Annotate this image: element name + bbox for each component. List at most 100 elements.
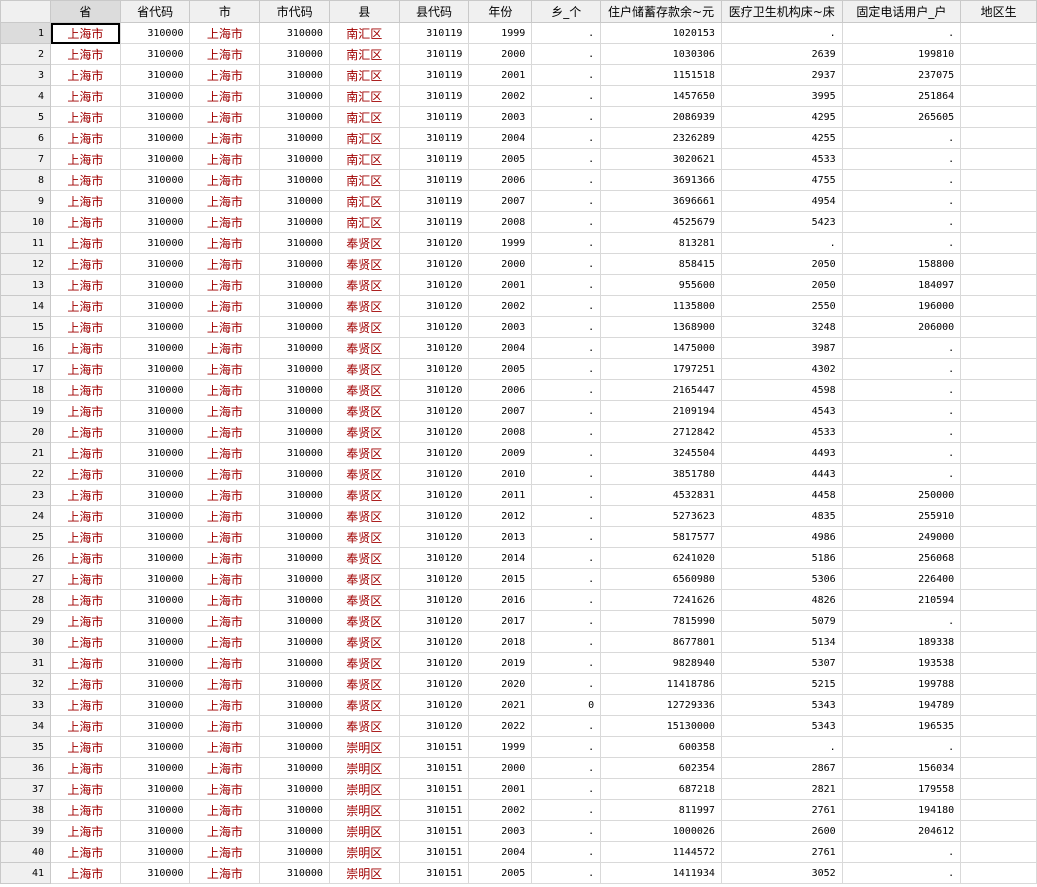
table-cell[interactable]: 310000 — [119, 568, 191, 590]
table-cell[interactable]: 奉贤区 — [328, 568, 400, 590]
table-cell[interactable]: 7241626 — [600, 589, 722, 611]
row-number[interactable]: 36 — [0, 757, 52, 779]
table-cell[interactable]: 602354 — [600, 757, 722, 779]
table-cell[interactable]: 310120 — [398, 505, 470, 527]
table-cell[interactable]: . — [531, 400, 602, 422]
table-cell[interactable]: 310000 — [259, 799, 330, 821]
table-cell[interactable]: . — [531, 652, 602, 674]
table-cell[interactable]: 310000 — [119, 337, 191, 359]
table-cell[interactable]: . — [531, 442, 602, 464]
table-cell[interactable] — [960, 190, 1037, 212]
table-cell[interactable]: 310000 — [259, 190, 330, 212]
table-cell[interactable]: . — [841, 232, 962, 254]
table-cell[interactable]: 251864 — [841, 85, 962, 107]
table-cell[interactable]: 2005 — [468, 862, 533, 884]
table-cell[interactable]: . — [841, 379, 962, 401]
table-cell[interactable]: 199810 — [841, 43, 962, 65]
table-cell[interactable] — [960, 232, 1037, 254]
table-cell[interactable]: 奉贤区 — [328, 715, 400, 737]
table-cell[interactable]: 上海市 — [50, 85, 121, 107]
table-cell[interactable]: . — [531, 862, 602, 884]
table-cell[interactable]: 4598 — [720, 379, 843, 401]
table-cell[interactable]: 4443 — [720, 463, 843, 485]
table-cell[interactable]: . — [841, 862, 962, 884]
table-cell[interactable]: . — [531, 232, 602, 254]
table-cell[interactable]: 4986 — [720, 526, 843, 548]
table-cell[interactable] — [960, 274, 1037, 296]
table-cell[interactable]: 310000 — [119, 610, 191, 632]
table-cell[interactable]: 310151 — [398, 862, 470, 884]
table-cell[interactable] — [960, 841, 1037, 863]
row-number[interactable]: 21 — [0, 442, 52, 464]
table-cell[interactable]: 奉贤区 — [328, 526, 400, 548]
table-cell[interactable]: 310119 — [398, 211, 470, 233]
table-row[interactable]: 7 上海市 310000 上海市 310000 南汇区 310119 2005. 3020621… — [0, 148, 1037, 170]
table-cell[interactable]: . — [531, 463, 602, 485]
table-cell[interactable]: 2639 — [720, 43, 843, 65]
table-row[interactable]: 9 上海市 310000 上海市 310000 南汇区 310119 2007. 3696661… — [0, 190, 1037, 212]
table-cell[interactable]: 310119 — [398, 148, 470, 170]
table-cell[interactable]: 2018 — [468, 631, 533, 653]
row-number[interactable]: 38 — [0, 799, 52, 821]
row-number[interactable]: 39 — [0, 820, 52, 842]
table-cell[interactable]: 上海市 — [189, 127, 261, 149]
table-cell[interactable]: 4543 — [720, 400, 843, 422]
table-cell[interactable]: 193538 — [841, 652, 962, 674]
table-cell[interactable]: 310119 — [398, 106, 470, 128]
table-cell[interactable]: 310000 — [259, 85, 330, 107]
table-row[interactable]: 19 上海市 310000 上海市 310000 奉贤区 310120 2007. 210919… — [0, 400, 1037, 422]
table-cell[interactable]: 5343 — [720, 694, 843, 716]
row-number[interactable]: 20 — [0, 421, 52, 443]
column-header[interactable]: 县代码 — [398, 0, 470, 23]
table-cell[interactable]: 上海市 — [50, 295, 121, 317]
table-cell[interactable]: 310119 — [398, 22, 470, 44]
table-cell[interactable]: . — [531, 589, 602, 611]
table-cell[interactable] — [960, 169, 1037, 191]
table-row[interactable]: 17 上海市 310000 上海市 310000 奉贤区 310120 2005. 179725… — [0, 358, 1037, 380]
table-cell[interactable] — [960, 421, 1037, 443]
table-cell[interactable]: 上海市 — [50, 148, 121, 170]
table-cell[interactable]: 南汇区 — [328, 85, 400, 107]
table-cell[interactable]: 奉贤区 — [328, 274, 400, 296]
table-cell[interactable]: 奉贤区 — [328, 673, 400, 695]
table-cell[interactable] — [960, 295, 1037, 317]
row-number[interactable]: 8 — [0, 169, 52, 191]
table-cell[interactable]: . — [531, 358, 602, 380]
table-cell[interactable]: 210594 — [841, 589, 962, 611]
table-cell[interactable] — [960, 463, 1037, 485]
table-cell[interactable]: . — [841, 358, 962, 380]
table-cell[interactable]: 南汇区 — [328, 190, 400, 212]
table-cell[interactable]: . — [841, 190, 962, 212]
table-cell[interactable]: 310000 — [259, 778, 330, 800]
table-cell[interactable]: 310120 — [398, 673, 470, 695]
table-cell[interactable]: 2022 — [468, 715, 533, 737]
table-cell[interactable]: 4954 — [720, 190, 843, 212]
table-cell[interactable]: 2019 — [468, 652, 533, 674]
table-cell[interactable]: 1144572 — [600, 841, 722, 863]
table-row[interactable]: 8 上海市 310000 上海市 310000 南汇区 310119 2006. 3691366… — [0, 169, 1037, 191]
table-cell[interactable]: 上海市 — [50, 316, 121, 338]
table-cell[interactable]: 310000 — [119, 442, 191, 464]
table-cell[interactable]: 上海市 — [189, 568, 261, 590]
table-cell[interactable]: . — [531, 757, 602, 779]
table-cell[interactable]: 2000 — [468, 253, 533, 275]
table-cell[interactable]: 310000 — [259, 232, 330, 254]
table-cell[interactable]: . — [531, 610, 602, 632]
table-cell[interactable]: 310151 — [398, 820, 470, 842]
table-cell[interactable]: 3245504 — [600, 442, 722, 464]
table-cell[interactable]: 上海市 — [189, 295, 261, 317]
table-row[interactable]: 36 上海市 310000 上海市 310000 崇明区 310151 2000. 602354… — [0, 757, 1037, 779]
table-cell[interactable]: 上海市 — [189, 631, 261, 653]
table-cell[interactable]: 5134 — [720, 631, 843, 653]
row-number[interactable]: 34 — [0, 715, 52, 737]
table-row[interactable]: 41 上海市 310000 上海市 310000 崇明区 310151 2005. 141193… — [0, 862, 1037, 884]
table-cell[interactable]: 2004 — [468, 337, 533, 359]
row-number[interactable]: 16 — [0, 337, 52, 359]
table-cell[interactable] — [960, 778, 1037, 800]
table-cell[interactable]: 310120 — [398, 694, 470, 716]
table-cell[interactable]: 0 — [531, 694, 602, 716]
table-cell[interactable]: 310000 — [259, 295, 330, 317]
table-cell[interactable]: 上海市 — [50, 631, 121, 653]
table-cell[interactable] — [960, 673, 1037, 695]
row-number[interactable]: 2 — [0, 43, 52, 65]
